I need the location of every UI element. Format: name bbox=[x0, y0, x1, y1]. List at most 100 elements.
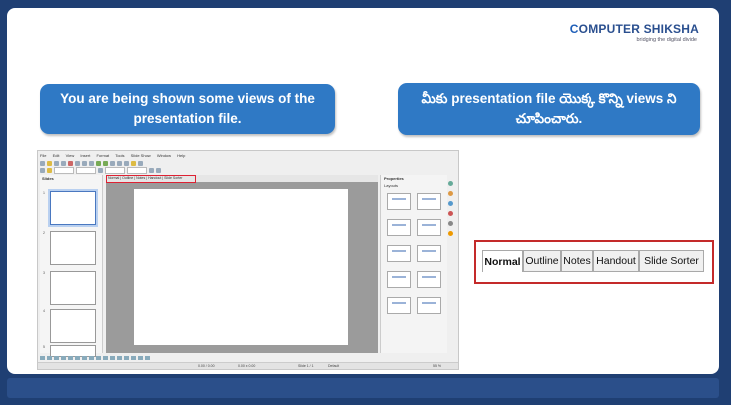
slides-pane: Slides 1 2 3 4 5 bbox=[40, 175, 103, 357]
draw-tool-icon[interactable] bbox=[96, 356, 101, 360]
draw-tool-icon[interactable] bbox=[75, 356, 80, 360]
drawing-toolbar bbox=[40, 355, 450, 361]
line-style-select[interactable] bbox=[54, 167, 74, 174]
draw-tool-icon[interactable] bbox=[110, 356, 115, 360]
draw-tool-icon[interactable] bbox=[103, 356, 108, 360]
tab-normal[interactable]: Normal bbox=[482, 250, 523, 272]
slide-thumbnail[interactable] bbox=[50, 231, 96, 265]
slide-number: 5 bbox=[43, 345, 45, 349]
select-icon[interactable] bbox=[40, 168, 45, 173]
menu-slideshow[interactable]: Slide Show bbox=[131, 153, 151, 158]
draw-tool-icon[interactable] bbox=[145, 356, 150, 360]
standard-toolbar bbox=[40, 160, 450, 167]
layout-blank[interactable] bbox=[387, 193, 411, 210]
slide-number: 1 bbox=[43, 191, 45, 195]
redo-icon[interactable] bbox=[103, 161, 108, 166]
cut-icon[interactable] bbox=[75, 161, 80, 166]
table-icon[interactable] bbox=[110, 161, 115, 166]
line-fill-toolbar bbox=[40, 167, 450, 174]
slide-number: 4 bbox=[43, 309, 45, 313]
menu-insert[interactable]: Insert bbox=[80, 153, 90, 158]
layout-option[interactable] bbox=[417, 271, 441, 288]
slide-transition-icon[interactable] bbox=[448, 191, 453, 196]
fill-icon[interactable] bbox=[98, 168, 103, 173]
layout-title-slide[interactable] bbox=[417, 193, 441, 210]
image-icon[interactable] bbox=[117, 161, 122, 166]
shadow-icon[interactable] bbox=[149, 168, 154, 173]
save-icon[interactable] bbox=[54, 161, 59, 166]
draw-tool-icon[interactable] bbox=[68, 356, 73, 360]
status-bar: 0.00 / 0.00 0.00 x 0.00 Slide 1 / 1 Defa… bbox=[38, 362, 458, 369]
open-icon[interactable] bbox=[47, 161, 52, 166]
print-icon[interactable] bbox=[61, 161, 66, 166]
draw-tool-icon[interactable] bbox=[61, 356, 66, 360]
layout-option[interactable] bbox=[387, 271, 411, 288]
menu-view[interactable]: View bbox=[66, 153, 75, 158]
tab-handout[interactable]: Handout bbox=[593, 250, 639, 272]
line-color-icon[interactable] bbox=[47, 168, 52, 173]
draw-tool-icon[interactable] bbox=[47, 356, 52, 360]
properties-deck: Properties Layouts bbox=[380, 175, 447, 353]
menu-bar: File Edit View Insert Format Tools Slide… bbox=[40, 153, 440, 159]
english-callout: You are being shown some views of the pr… bbox=[40, 84, 335, 134]
bottom-strip bbox=[7, 378, 719, 398]
line-width-field[interactable] bbox=[76, 167, 96, 174]
fill-color-select[interactable] bbox=[105, 167, 125, 174]
layout-option[interactable] bbox=[387, 219, 411, 236]
status-size: 0.00 x 0.00 bbox=[238, 364, 256, 368]
tab-notes[interactable]: Notes bbox=[561, 250, 593, 272]
logo-tagline: bridging the digital divide bbox=[636, 37, 697, 43]
view-tabs: Normal Outline Notes Handout Slide Sorte… bbox=[482, 250, 704, 272]
draw-tool-icon[interactable] bbox=[40, 356, 45, 360]
status-position: 0.00 / 0.00 bbox=[198, 364, 215, 368]
menu-edit[interactable]: Edit bbox=[53, 153, 60, 158]
tab-slide-sorter[interactable]: Slide Sorter bbox=[639, 250, 704, 272]
draw-tool-icon[interactable] bbox=[131, 356, 136, 360]
sidebar-tab-icons bbox=[448, 181, 456, 241]
slides-pane-title: Slides bbox=[42, 176, 54, 181]
draw-tool-icon[interactable] bbox=[82, 356, 87, 360]
status-zoom: 55 % bbox=[433, 364, 441, 368]
draw-tool-icon[interactable] bbox=[124, 356, 129, 360]
view-tabs-enlarged: Normal Outline Notes Handout Slide Sorte… bbox=[474, 240, 714, 284]
sidebar-icon[interactable] bbox=[138, 161, 143, 166]
layout-option[interactable] bbox=[417, 297, 441, 314]
new-icon[interactable] bbox=[40, 161, 45, 166]
view-tabs-text[interactable]: Normal | Outline | Notes | Handout | Sli… bbox=[108, 176, 182, 180]
layout-option[interactable] bbox=[387, 245, 411, 262]
slide-thumbnail[interactable] bbox=[50, 271, 96, 305]
styles-icon[interactable] bbox=[448, 221, 453, 226]
navigator-icon[interactable] bbox=[448, 231, 453, 236]
draw-tool-icon[interactable] bbox=[54, 356, 59, 360]
layout-option[interactable] bbox=[417, 245, 441, 262]
draw-tool-icon[interactable] bbox=[117, 356, 122, 360]
animation-icon[interactable] bbox=[448, 201, 453, 206]
layout-option[interactable] bbox=[417, 219, 441, 236]
properties-icon[interactable] bbox=[448, 181, 453, 186]
undo-icon[interactable] bbox=[96, 161, 101, 166]
copy-icon[interactable] bbox=[82, 161, 87, 166]
menu-window[interactable]: Window bbox=[157, 153, 171, 158]
status-slide: Slide 1 / 1 bbox=[298, 364, 314, 368]
area-style-select[interactable] bbox=[127, 167, 147, 174]
logo-brand: OMPUTER SHIKSHA bbox=[578, 22, 699, 36]
menu-file[interactable]: File bbox=[40, 153, 46, 158]
menu-format[interactable]: Format bbox=[96, 153, 109, 158]
menu-tools[interactable]: Tools bbox=[115, 153, 124, 158]
slide-thumbnail[interactable] bbox=[50, 309, 96, 343]
draw-tool-icon[interactable] bbox=[138, 356, 143, 360]
slide-thumbnail[interactable] bbox=[50, 191, 96, 225]
tab-outline[interactable]: Outline bbox=[523, 250, 561, 272]
properties-title: Properties bbox=[384, 176, 404, 181]
slideshow-icon[interactable] bbox=[131, 161, 136, 166]
chart-icon[interactable] bbox=[124, 161, 129, 166]
draw-tool-icon[interactable] bbox=[89, 356, 94, 360]
menu-help[interactable]: Help bbox=[177, 153, 185, 158]
pdf-icon[interactable] bbox=[68, 161, 73, 166]
crop-icon[interactable] bbox=[156, 168, 161, 173]
master-slides-icon[interactable] bbox=[448, 211, 453, 216]
slide-canvas[interactable] bbox=[134, 189, 348, 345]
logo-letter: C bbox=[569, 22, 579, 36]
layout-option[interactable] bbox=[387, 297, 411, 314]
paste-icon[interactable] bbox=[89, 161, 94, 166]
